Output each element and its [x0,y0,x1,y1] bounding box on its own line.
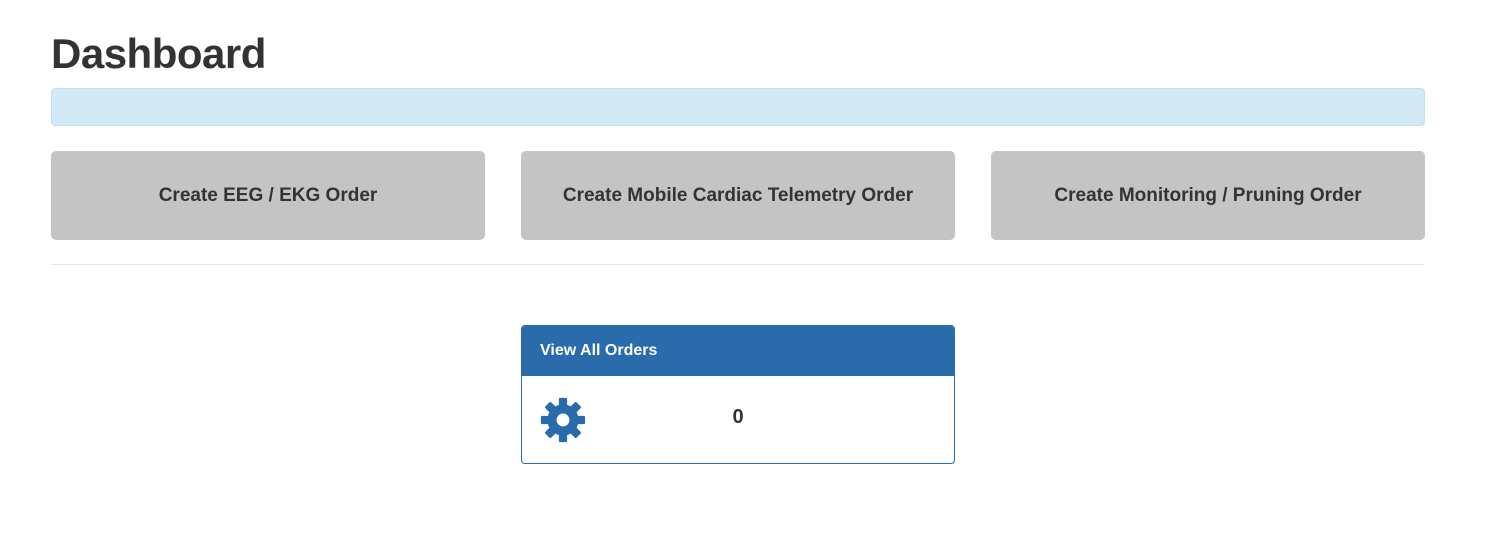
create-eeg-ekg-order-button[interactable]: Create EEG / EKG Order [51,151,485,240]
orders-panel-body: 0 [522,376,954,463]
create-monitoring-pruning-order-button[interactable]: Create Monitoring / Pruning Order [991,151,1425,240]
page-title: Dashboard [51,30,266,77]
orders-count: 0 [732,406,744,428]
view-all-orders-link[interactable]: View All Orders [522,326,954,376]
info-alert [51,88,1425,126]
view-all-orders-panel[interactable]: View All Orders 0 [521,325,955,464]
dashboard-page: Dashboard Create EEG / EKG Order Create … [0,0,1488,544]
divider [51,264,1425,265]
create-mobile-cardiac-telemetry-order-button[interactable]: Create Mobile Cardiac Telemetry Order [521,151,955,240]
